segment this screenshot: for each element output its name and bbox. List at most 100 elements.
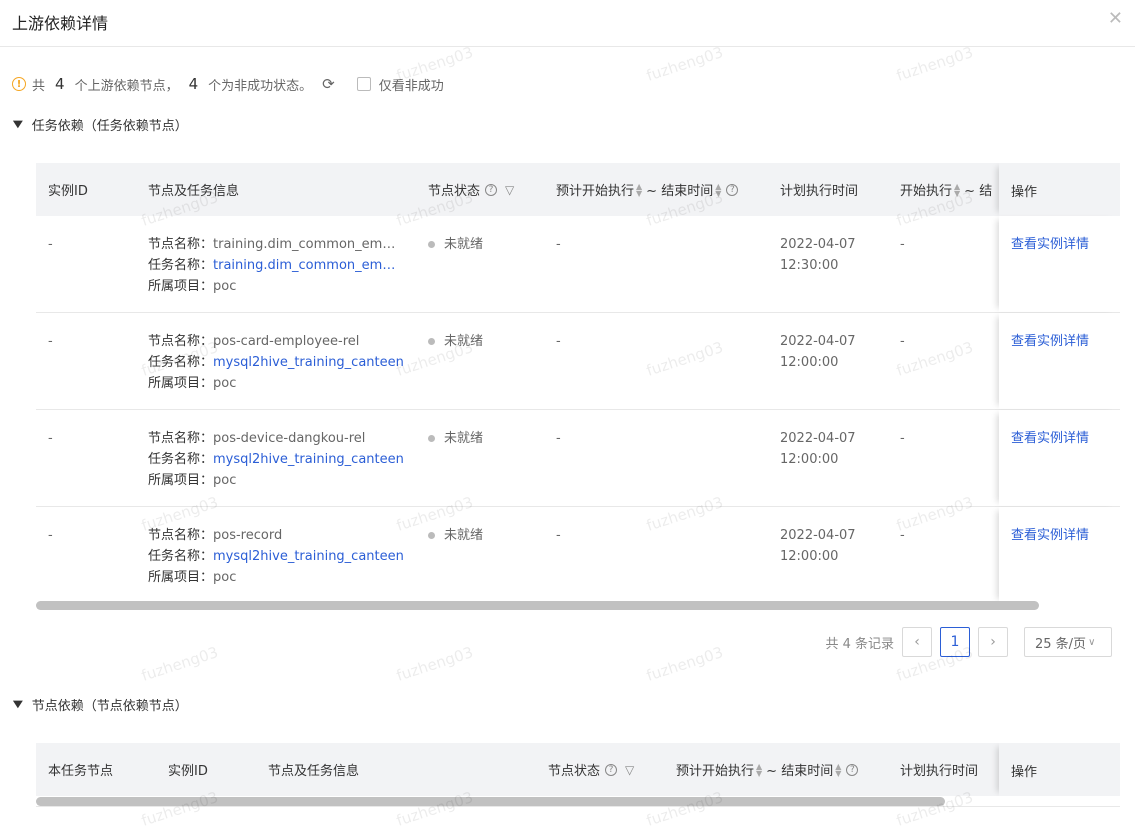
help-icon[interactable]: ? (846, 763, 859, 776)
ops-cell: 查看实例详情 (999, 410, 1120, 506)
pagination: 共 4 条记录 ‹ 1 › 25 条/页 ∨ (825, 627, 1112, 657)
plan-clock: 12:00:00 (780, 355, 839, 370)
ops-cell: 查看实例详情 (999, 313, 1120, 409)
node-section-toggle[interactable]: ▼ 节点依赖（节点依赖节点） (12, 695, 188, 714)
task-name-link[interactable]: mysql2hive_training_canteen (213, 549, 404, 564)
project-name: poc (213, 376, 237, 391)
node-section-title: 节点依赖（节点依赖节点） (31, 699, 188, 714)
node-name-label: 节点名称： (148, 431, 214, 446)
dialog-header: 上游依赖详情 ✕ (0, 0, 1135, 47)
status-dot (428, 338, 435, 345)
start-exec: - (900, 431, 905, 446)
task-name-link[interactable]: mysql2hive_training_canteen (213, 355, 404, 370)
watermark: fuzheng03 (394, 643, 476, 685)
sort-icon[interactable]: ▲ ▼ (756, 762, 762, 777)
chevron-down-icon: ▼ (12, 699, 23, 710)
project-name: poc (213, 473, 237, 488)
project-label: 所属项目： (148, 473, 214, 488)
help-icon[interactable]: ? (485, 183, 498, 196)
node-name: training.dim_common_empl... (213, 237, 401, 252)
start-exec: - (900, 528, 905, 543)
refresh-icon[interactable]: ⟳ (322, 75, 335, 93)
view-instance-detail-link[interactable]: 查看实例详情 (1011, 525, 1089, 546)
help-icon[interactable]: ? (726, 183, 739, 196)
status-text: 未就绪 (444, 431, 484, 446)
header-instance-id: 实例ID (168, 764, 208, 779)
help-icon[interactable]: ? (605, 763, 618, 776)
header-planned-start[interactable]: 预计开始执行 (556, 180, 634, 199)
header-planned-start[interactable]: 预计开始执行 (676, 760, 754, 779)
start-exec: - (900, 334, 905, 349)
header-end-time[interactable]: ~ 结束时间 (646, 180, 713, 199)
header-ops: 操作 (999, 163, 1120, 216)
task-dependency-table: 实例ID 节点及任务信息 节点状态 ? ▽ 预计开始执行 ▲ ▼ ~ 结束时间 ▲… (36, 163, 1120, 601)
close-icon[interactable]: ✕ (1108, 8, 1123, 29)
view-instance-detail-link[interactable]: 查看实例详情 (1011, 234, 1089, 255)
project-label: 所属项目： (148, 376, 214, 391)
header-node-info: 节点及任务信息 (148, 184, 240, 199)
prev-page-button[interactable]: ‹ (902, 627, 932, 657)
header-planned-time: 预计开始执行 ▲ ▼ ~ 结束时间 ▲ ▼ ? (676, 743, 859, 796)
node-name: pos-card-employee-rel (213, 334, 360, 349)
page-size-select[interactable]: 25 条/页 ∨ (1024, 627, 1112, 657)
status-dot (428, 435, 435, 442)
plan-date: 2022-04-07 (780, 431, 856, 446)
plan-date: 2022-04-07 (780, 334, 856, 349)
view-instance-detail-link[interactable]: 查看实例详情 (1011, 331, 1089, 352)
watermark: fuzheng03 (894, 43, 976, 85)
header-end-time[interactable]: ~ 结束时间 (766, 760, 833, 779)
only-failed-label[interactable]: 仅看非成功 (379, 75, 444, 94)
task-name-link[interactable]: mysql2hive_training_canteen (213, 452, 404, 467)
instance-id: - (48, 237, 53, 252)
node-task-info: 节点名称：pos-record 任务名称：mysql2hive_training… (148, 525, 404, 588)
header-start-exec: 开始执行 ▲ ▼ ~ 结 (900, 163, 992, 216)
planned-time: - (556, 431, 561, 446)
next-page-button[interactable]: › (978, 627, 1008, 657)
planned-time: - (556, 528, 561, 543)
watermark: fuzheng03 (139, 643, 221, 685)
instance-id: - (48, 431, 53, 446)
only-failed-checkbox[interactable] (356, 77, 371, 91)
header-instance-id: 实例ID (48, 184, 88, 199)
node-dependency-table: 本任务节点 实例ID 节点及任务信息 节点状态 ? ▽ 预计开始执行 ▲ ▼ ~ … (36, 743, 1120, 796)
summary-failed: 4 (188, 75, 199, 93)
header-node-status: 节点状态 ? ▽ (548, 743, 634, 796)
sort-icon[interactable]: ▲ ▼ (636, 182, 642, 197)
header-node-status-label: 节点状态 (548, 764, 601, 779)
sort-icon[interactable]: ▲ ▼ (954, 182, 960, 197)
node-task-info: 节点名称：pos-device-dangkou-rel 任务名称：mysql2h… (148, 428, 404, 491)
header-node-status: 节点状态 ? ▽ (428, 163, 514, 216)
task-name-link[interactable]: training.dim_common_empl... (213, 255, 400, 276)
node-name-label: 节点名称： (148, 237, 214, 252)
header-this-node: 本任务节点 (48, 764, 114, 779)
table-header: 实例ID 节点及任务信息 节点状态 ? ▽ 预计开始执行 ▲ ▼ ~ 结束时间 ▲… (36, 163, 1120, 216)
task-section-toggle[interactable]: ▼ 任务依赖（任务依赖节点） (13, 115, 188, 134)
horizontal-scrollbar[interactable] (36, 797, 945, 806)
project-label: 所属项目： (148, 279, 214, 294)
plan-clock: 12:00:00 (780, 549, 839, 564)
summary-bar: ! 共 4 个上游依赖节点， 4 个为非成功状态。 ⟳ 仅看非成功 (12, 74, 444, 94)
page-button[interactable]: 1 (940, 627, 970, 657)
header-ops-label: 操作 (1011, 185, 1038, 200)
filter-icon[interactable]: ▽ (625, 763, 634, 777)
header-node-status-label: 节点状态 (428, 184, 481, 199)
horizontal-scrollbar[interactable] (36, 601, 1039, 610)
plan-clock: 12:30:00 (780, 258, 839, 273)
header-node-info: 节点及任务信息 (268, 764, 360, 779)
node-name-label: 节点名称： (148, 528, 214, 543)
node-status: 未就绪 (428, 234, 483, 255)
view-instance-detail-link[interactable]: 查看实例详情 (1011, 428, 1089, 449)
ops-cell: 查看实例详情 (999, 507, 1120, 601)
sort-icon[interactable]: ▲ ▼ (835, 762, 841, 777)
planned-time: - (556, 237, 561, 252)
filter-icon[interactable]: ▽ (505, 183, 514, 197)
node-task-info: 节点名称：pos-card-employee-rel 任务名称：mysql2hi… (148, 331, 404, 394)
project-label: 所属项目： (148, 570, 214, 585)
header-start-exec-label[interactable]: 开始执行 (900, 180, 952, 199)
summary-suffix: 个为非成功状态。 (208, 78, 313, 94)
plan-time: 2022-04-07 12:00:00 (780, 331, 856, 373)
node-name: pos-record (213, 528, 283, 543)
sort-icon[interactable]: ▲ ▼ (715, 182, 721, 197)
status-text: 未就绪 (444, 528, 484, 543)
summary-mid: 个上游依赖节点， (74, 78, 179, 94)
